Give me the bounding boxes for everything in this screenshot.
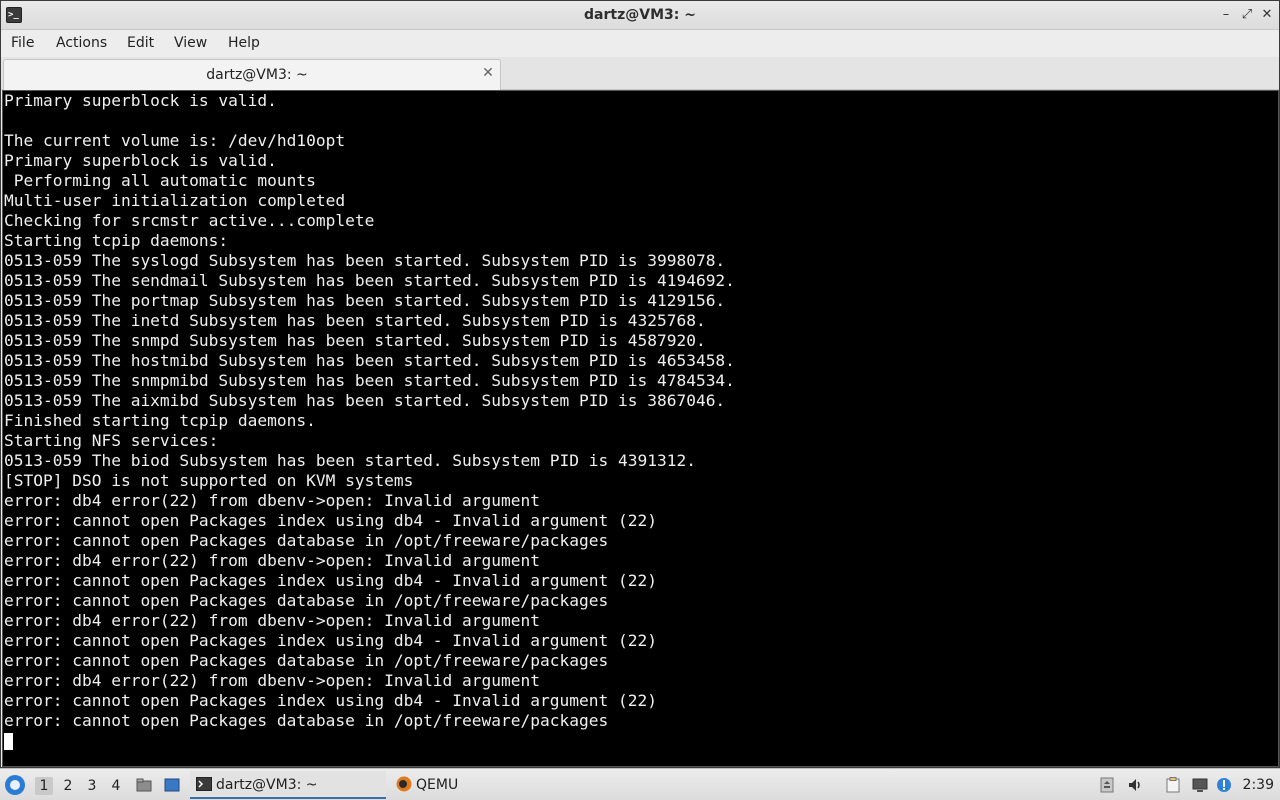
terminal-line: Starting tcpip daemons:	[4, 231, 229, 250]
terminal-line: 0513-059 The snmpmibd Subsystem has been…	[4, 371, 735, 390]
terminal-line: error: db4 error(22) from dbenv->open: I…	[4, 491, 541, 510]
terminal-line: error: cannot open Packages index using …	[4, 691, 657, 710]
qemu-icon	[396, 776, 412, 792]
terminal-line: Performing all automatic mounts	[4, 171, 316, 190]
terminal-line: Primary superblock is valid.	[4, 91, 277, 110]
task-label: QEMU	[416, 777, 459, 793]
tab-terminal[interactable]: dartz@VM3: ~ ✕	[3, 59, 501, 90]
menu-actions[interactable]: Actions	[56, 35, 107, 51]
terminal-line: Primary superblock is valid.	[4, 151, 277, 170]
clipboard-icon[interactable]	[1165, 777, 1181, 793]
terminal-line: error: cannot open Packages index using …	[4, 571, 657, 590]
terminal-line: error: db4 error(22) from dbenv->open: I…	[4, 551, 541, 570]
terminal-line: error: cannot open Packages index using …	[4, 631, 657, 650]
terminal-line: 0513-059 The aixmibd Subsystem has been …	[4, 391, 726, 410]
display-icon[interactable]	[1192, 777, 1208, 793]
close-icon[interactable]: ✕	[1258, 6, 1276, 24]
terminal-output[interactable]: Primary superblock is valid. The current …	[2, 90, 1279, 767]
menu-help[interactable]: Help	[228, 35, 260, 51]
terminal-line: error: cannot open Packages database in …	[4, 651, 609, 670]
terminal-icon	[196, 777, 212, 791]
terminal-line: Checking for srcmstr active...complete	[4, 211, 375, 230]
terminal-line: 0513-059 The portmap Subsystem has been …	[4, 291, 726, 310]
maximize-icon[interactable]: ⤢	[1238, 6, 1256, 24]
lxqt-menu-icon[interactable]	[5, 775, 25, 795]
close-icon[interactable]: ✕	[480, 65, 496, 81]
task-terminal[interactable]: dartz@VM3: ~	[190, 771, 386, 799]
removable-media-icon[interactable]	[1099, 777, 1115, 793]
menu-view[interactable]: View	[174, 35, 207, 51]
terminal-line: error: cannot open Packages index using …	[4, 511, 657, 530]
menu-edit[interactable]: Edit	[127, 35, 154, 51]
terminal-line: 0513-059 The sendmail Subsystem has been…	[4, 271, 735, 290]
tab-label: dartz@VM3: ~	[206, 67, 308, 83]
clock: 2:39	[1242, 777, 1274, 793]
terminal-line: error: cannot open Packages database in …	[4, 591, 609, 610]
terminal-line: 0513-059 The biod Subsystem has been sta…	[4, 451, 696, 470]
volume-icon[interactable]	[1127, 777, 1143, 793]
show-desktop-icon[interactable]	[164, 777, 180, 793]
notification-icon[interactable]	[1216, 777, 1232, 793]
workspace-4[interactable]: 4	[107, 777, 125, 795]
terminal-cursor	[4, 733, 13, 750]
terminal-window: >_ dartz@VM3: ~ – ⤢ ✕ File Actions Edit …	[0, 0, 1280, 768]
tab-bar: dartz@VM3: ~ ✕	[1, 57, 1279, 90]
terminal-line: error: cannot open Packages database in …	[4, 711, 609, 730]
terminal-line: 0513-059 The hostmibd Subsystem has been…	[4, 351, 735, 370]
terminal-line: The current volume is: /dev/hd10opt	[4, 131, 346, 150]
terminal-line: 0513-059 The snmpd Subsystem has been st…	[4, 331, 706, 350]
terminal-line: [STOP] DSO is not supported on KVM syste…	[4, 471, 414, 490]
file-manager-icon[interactable]	[136, 777, 152, 793]
terminal-prompt-line	[3, 731, 1278, 751]
terminal-line: Starting NFS services:	[4, 431, 219, 450]
terminal-line: 0513-059 The inetd Subsystem has been st…	[4, 311, 706, 330]
window-title: dartz@VM3: ~	[584, 7, 696, 23]
terminal-line: error: cannot open Packages database in …	[4, 531, 609, 550]
workspace-1[interactable]: 1	[35, 777, 53, 795]
terminal-line: error: db4 error(22) from dbenv->open: I…	[4, 611, 541, 630]
workspace-2[interactable]: 2	[59, 777, 77, 795]
menubar: File Actions Edit View Help	[1, 30, 1279, 57]
workspace-3[interactable]: 3	[83, 777, 101, 795]
menu-file[interactable]: File	[11, 35, 34, 51]
task-qemu[interactable]: QEMU	[390, 771, 510, 799]
terminal-line: Multi-user initialization completed	[4, 191, 346, 210]
titlebar[interactable]: >_ dartz@VM3: ~ – ⤢ ✕	[1, 1, 1279, 30]
minimize-icon[interactable]: –	[1217, 6, 1235, 24]
terminal-line: error: db4 error(22) from dbenv->open: I…	[4, 671, 541, 690]
terminal-line: 0513-059 The syslogd Subsystem has been …	[4, 251, 726, 270]
terminal-line: Finished starting tcpip daemons.	[4, 411, 316, 430]
task-label: dartz@VM3: ~	[216, 777, 318, 793]
taskbar: 1 2 3 4 dartz@VM3: ~ QEMU 2:39	[0, 768, 1280, 800]
